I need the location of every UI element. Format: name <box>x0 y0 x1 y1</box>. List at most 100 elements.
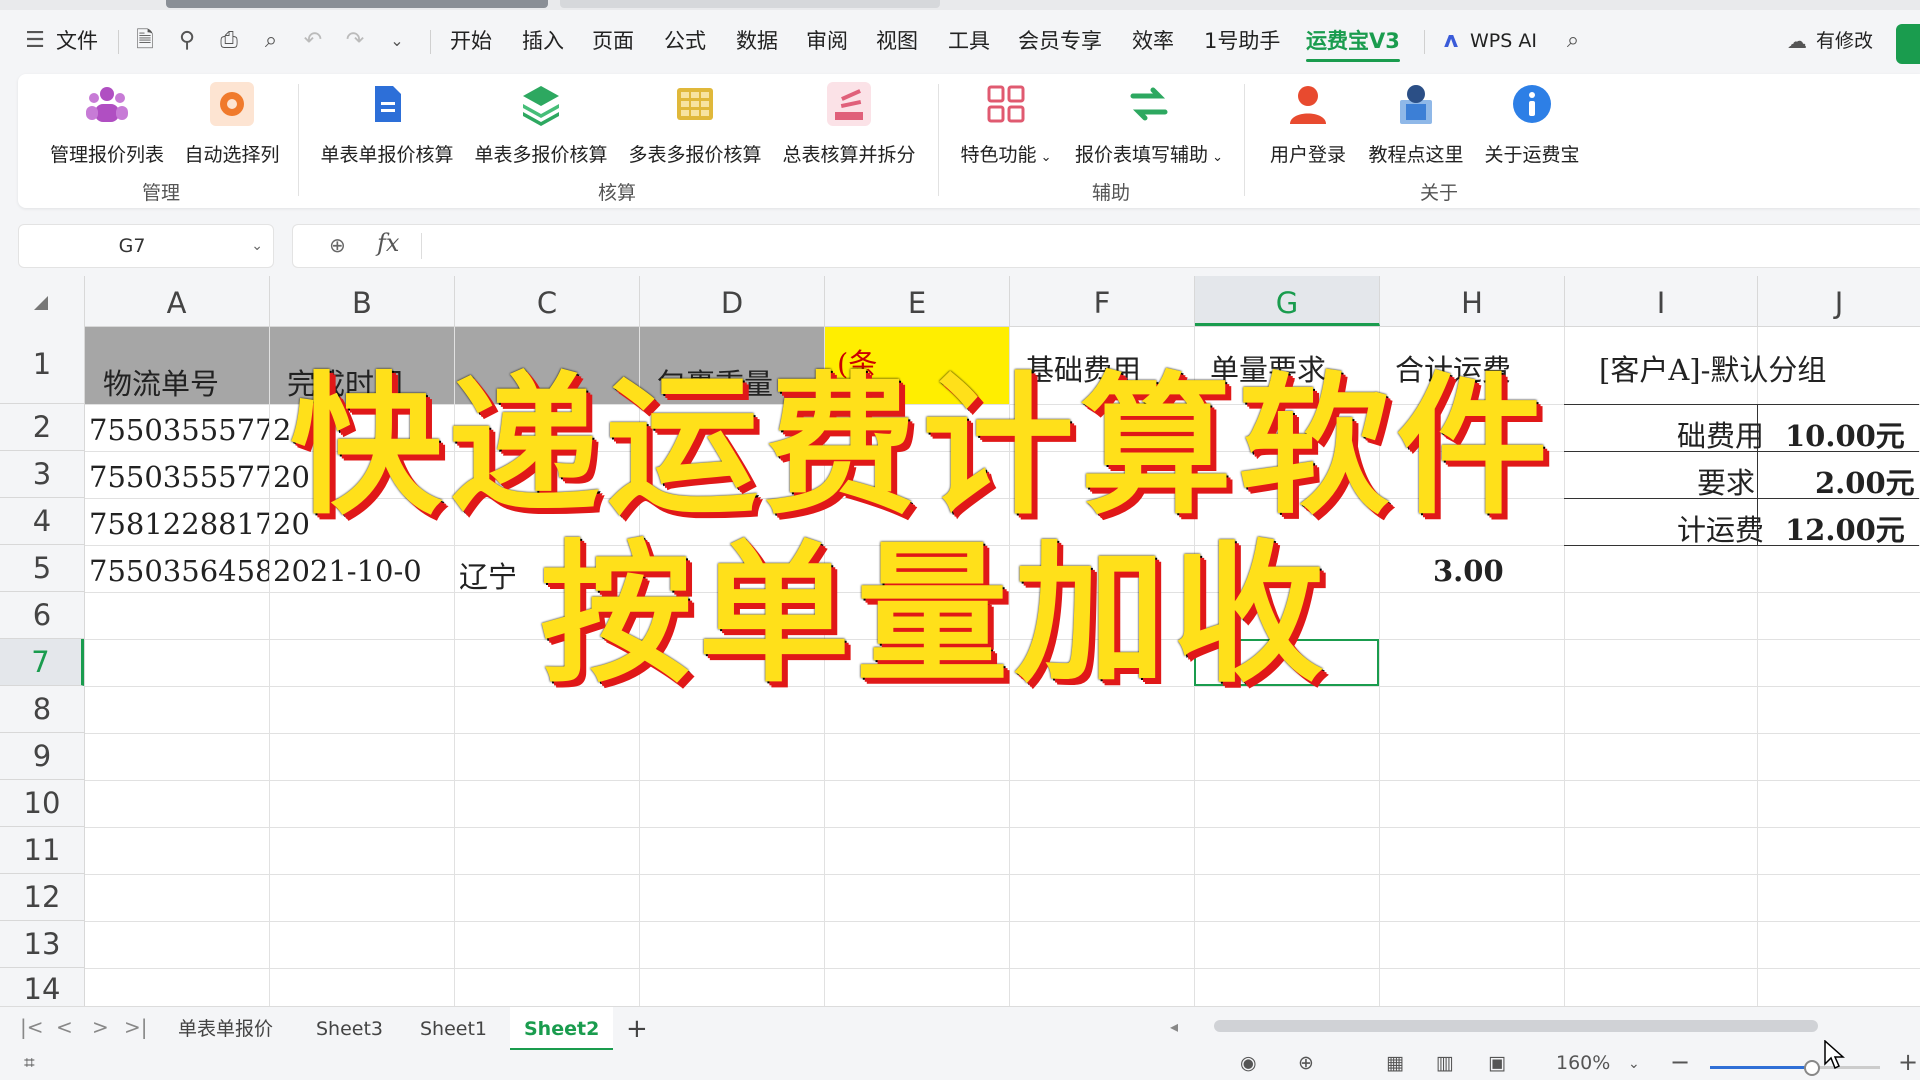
cell-j3[interactable]: 2.00元 <box>1815 460 1915 502</box>
search-icon[interactable]: ⌕ <box>1558 26 1588 56</box>
row-header-7[interactable]: 7 <box>0 639 84 686</box>
zoom-slider-knob[interactable] <box>1804 1060 1820 1076</box>
tab-assistant[interactable]: 1号助手 <box>1204 10 1280 72</box>
focus-mode-icon[interactable]: ⊕ <box>1298 1052 1314 1074</box>
prev-sheet-icon[interactable]: < <box>56 1015 73 1039</box>
tab-formula[interactable]: 公式 <box>664 10 706 72</box>
special-features-button[interactable]: 特色功能 ⌄ <box>954 82 1058 167</box>
normal-view-icon[interactable]: ▦ <box>1386 1052 1404 1074</box>
row-header-2[interactable]: 2 <box>0 404 84 451</box>
quote-fill-helper-button[interactable]: 报价表填写辅助 ⌄ <box>1072 82 1226 167</box>
sheet-tab-sheet2[interactable]: Sheet2 <box>510 1007 614 1051</box>
column-header-f[interactable]: F <box>1010 276 1195 326</box>
page-layout-view-icon[interactable]: ▣ <box>1488 1052 1506 1074</box>
total-sheet-split-button[interactable]: 总表核算并拆分 <box>778 82 920 167</box>
scroll-left-icon[interactable]: ◂ <box>1170 1017 1178 1036</box>
sheet-tab-sheet3[interactable]: Sheet3 <box>302 1007 397 1051</box>
cell-h5[interactable]: 3.00 <box>1433 554 1504 588</box>
cell-b2[interactable]: 2 <box>273 413 291 447</box>
cell-a4[interactable]: 7581228817 <box>89 507 269 541</box>
user-login-button[interactable]: 用户登录 <box>1258 82 1358 167</box>
menu-file[interactable]: 文件 <box>56 10 98 72</box>
cell-a1[interactable]: 物流单号 <box>103 361 219 403</box>
row-header-9[interactable]: 9 <box>0 733 84 780</box>
tutorial-button[interactable]: 教程点这里 <box>1364 82 1468 167</box>
zoom-out-icon[interactable]: − <box>1670 1048 1690 1076</box>
share-icon[interactable]: ⚲ <box>172 26 202 56</box>
column-header-e[interactable]: E <box>825 276 1010 326</box>
print-icon[interactable]: ⎙ <box>214 26 244 56</box>
eye-protect-icon[interactable]: ◉ <box>1240 1052 1257 1074</box>
column-header-c[interactable]: C <box>455 276 640 326</box>
about-yunfeibao-button[interactable]: 关于运费宝 <box>1476 82 1588 167</box>
modified-status[interactable]: 有修改 <box>1816 10 1873 72</box>
last-sheet-icon[interactable]: >| <box>124 1015 148 1039</box>
next-sheet-icon[interactable]: > <box>92 1015 109 1039</box>
cell-i4[interactable]: 计运费 <box>1677 507 1764 549</box>
cell-i3[interactable]: 要求 <box>1697 460 1755 502</box>
column-header-d[interactable]: D <box>640 276 825 326</box>
redo-icon[interactable]: ↷ <box>340 26 370 56</box>
auto-select-column-button[interactable]: 自动选择列 <box>176 82 288 167</box>
add-sheet-button[interactable]: + <box>612 1007 662 1051</box>
share-button[interactable] <box>1896 24 1920 64</box>
cell-j2[interactable]: 10.00元 <box>1785 413 1905 455</box>
row-header-3[interactable]: 3 <box>0 451 84 498</box>
column-header-i[interactable]: I <box>1565 276 1758 326</box>
hamburger-icon[interactable]: ☰ <box>20 26 50 56</box>
tab-review[interactable]: 审阅 <box>806 10 848 72</box>
horizontal-scrollbar[interactable] <box>1214 1020 1818 1032</box>
single-sheet-multi-quote-button[interactable]: 单表多报价核算 <box>470 82 612 167</box>
cell-a5[interactable]: 7550356458 <box>89 554 269 588</box>
row-header-11[interactable]: 11 <box>0 827 84 874</box>
row-header-8[interactable]: 8 <box>0 686 84 733</box>
row-header-1[interactable]: 1 <box>0 326 84 404</box>
row-header-13[interactable]: 13 <box>0 921 84 968</box>
cell-c5[interactable]: 辽宁 <box>459 554 517 596</box>
formula-input[interactable]: ⊕ fx <box>292 224 1920 268</box>
column-header-a[interactable]: A <box>84 276 270 326</box>
cell-a2[interactable]: 7550355577 <box>89 413 269 447</box>
chevron-down-icon[interactable]: ⌄ <box>1628 1056 1640 1072</box>
zoom-in-icon[interactable]: + <box>1898 1048 1918 1076</box>
print-preview-icon[interactable]: ⌕ <box>256 26 286 56</box>
tab-yunfeibao[interactable]: 运费宝V3 <box>1306 10 1400 72</box>
wps-ai-button[interactable]: WPS AI <box>1470 10 1537 72</box>
row-header-12[interactable]: 12 <box>0 874 84 921</box>
tab-member[interactable]: 会员专享 <box>1018 10 1102 72</box>
manage-quote-list-button[interactable]: 管理报价列表 <box>44 82 170 167</box>
zoom-level[interactable]: 160% <box>1556 1052 1610 1074</box>
zoom-formula-icon[interactable]: ⊕ <box>329 233 346 257</box>
window-tab-active[interactable] <box>166 0 548 8</box>
tab-tools[interactable]: 工具 <box>948 10 990 72</box>
row-header-4[interactable]: 4 <box>0 498 84 545</box>
tab-insert[interactable]: 插入 <box>522 10 564 72</box>
window-tab[interactable] <box>560 0 940 8</box>
cell-a3[interactable]: 7550355577 <box>89 460 269 494</box>
cell-j4[interactable]: 12.00元 <box>1785 507 1905 549</box>
function-icon[interactable]: fx <box>377 229 399 257</box>
single-sheet-single-quote-button[interactable]: 单表单报价核算 <box>316 82 458 167</box>
multi-sheet-multi-quote-button[interactable]: 多表多报价核算 <box>624 82 766 167</box>
sheet-tab-quote[interactable]: 单表单报价 <box>164 1007 287 1051</box>
chevron-down-icon[interactable]: ⌄ <box>251 225 263 267</box>
macro-icon[interactable]: ⌗ <box>24 1052 35 1074</box>
page-break-view-icon[interactable]: ▥ <box>1436 1052 1454 1074</box>
tab-efficiency[interactable]: 效率 <box>1132 10 1174 72</box>
first-sheet-icon[interactable]: |< <box>20 1015 44 1039</box>
row-header-14[interactable]: 14 <box>0 968 84 1006</box>
tab-page[interactable]: 页面 <box>592 10 634 72</box>
tab-data[interactable]: 数据 <box>736 10 778 72</box>
column-header-b[interactable]: B <box>270 276 455 326</box>
row-header-10[interactable]: 10 <box>0 780 84 827</box>
undo-icon[interactable]: ↶ <box>298 26 328 56</box>
cell-i2[interactable]: 础费用 <box>1677 413 1764 455</box>
column-header-g[interactable]: G <box>1195 276 1380 326</box>
column-header-h[interactable]: H <box>1380 276 1565 326</box>
cell-b5[interactable]: 2021-10-0 <box>273 554 453 588</box>
tab-view[interactable]: 视图 <box>876 10 918 72</box>
column-header-j[interactable]: J <box>1758 276 1920 326</box>
tab-home[interactable]: 开始 <box>450 10 492 72</box>
name-box[interactable]: G7 ⌄ <box>18 224 274 268</box>
cell-i1[interactable]: [客户A]-默认分组 <box>1599 347 1826 389</box>
